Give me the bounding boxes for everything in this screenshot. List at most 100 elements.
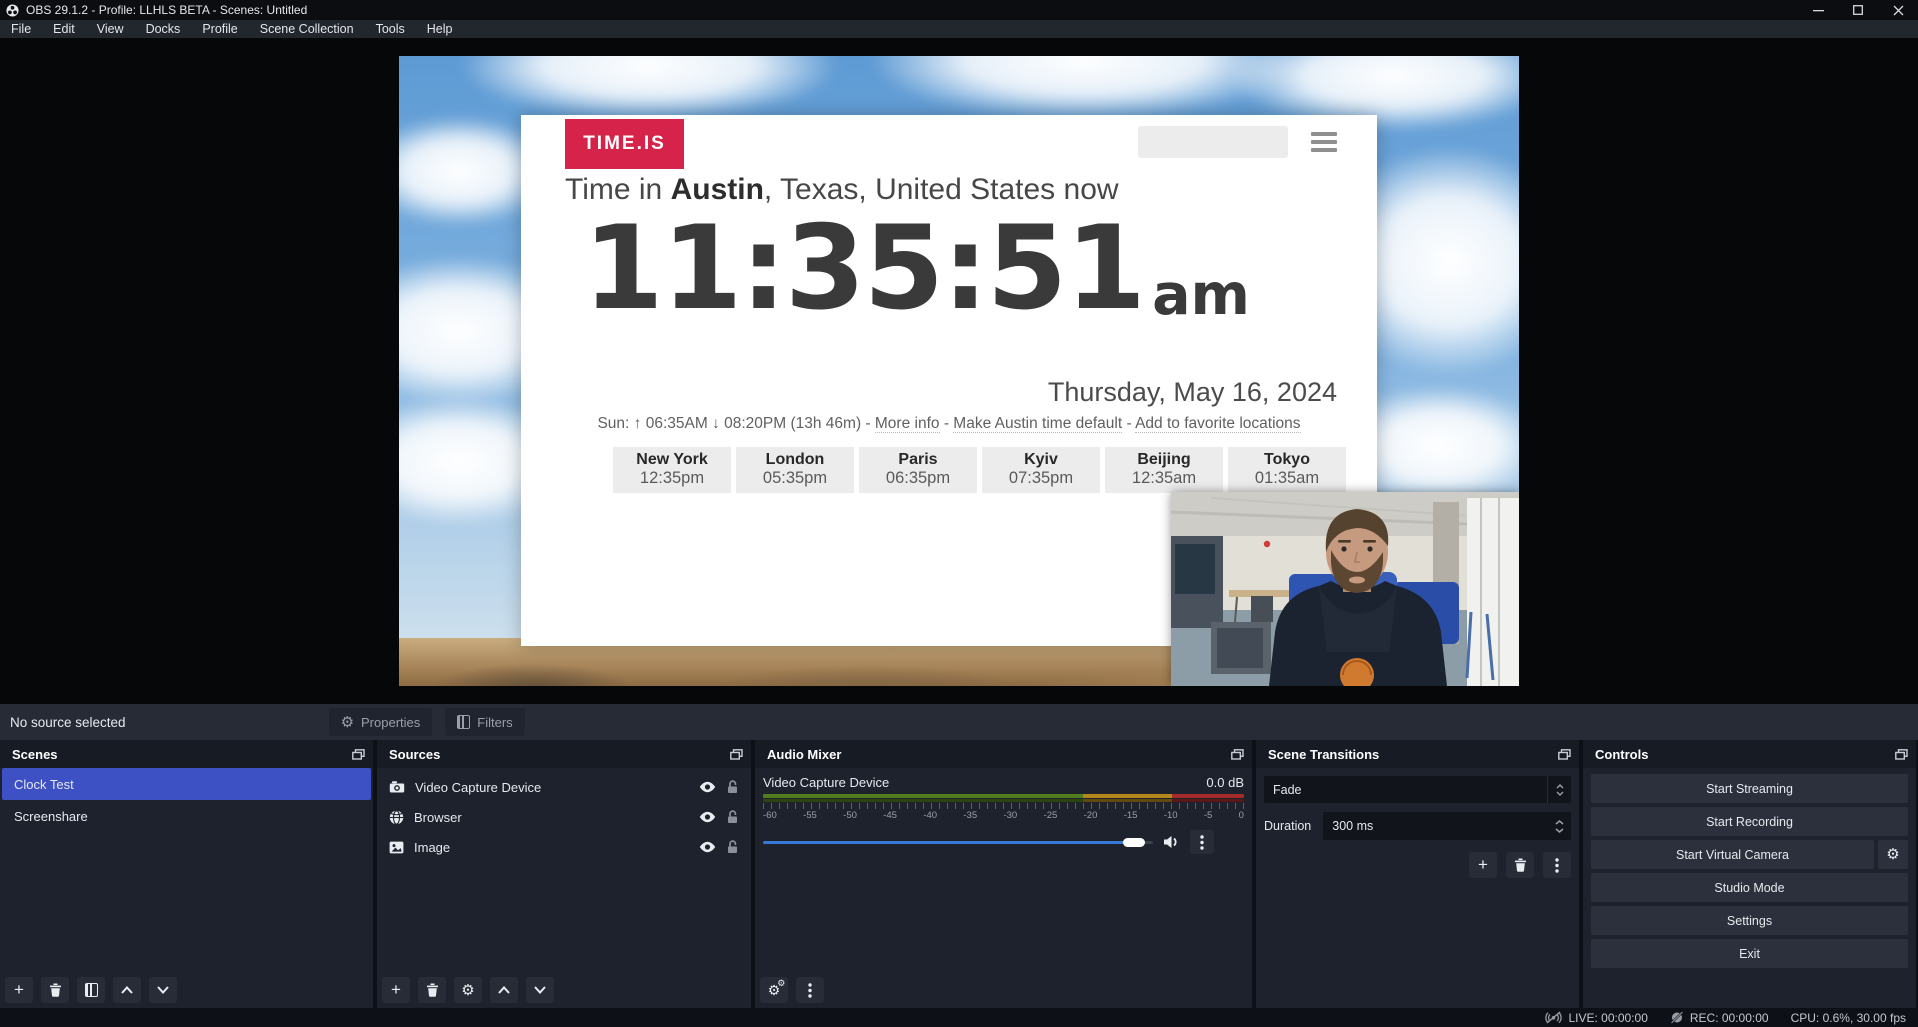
volume-meter-background — [763, 799, 1244, 802]
city-time-card[interactable]: Kyiv 07:35pm — [982, 447, 1100, 493]
city-name: Kyiv — [982, 451, 1100, 469]
chevron-up-icon — [498, 986, 510, 994]
scene-filters-button[interactable] — [77, 977, 105, 1003]
maximize-button[interactable] — [1838, 0, 1878, 20]
globe-icon — [389, 810, 404, 825]
lock-unlocked-icon[interactable] — [726, 780, 739, 794]
popout-icon[interactable] — [352, 749, 365, 760]
close-button[interactable] — [1878, 0, 1918, 20]
scene-transitions-panel: Scene Transitions Fade Duration 300 ms — [1256, 740, 1579, 1008]
popout-icon[interactable] — [1895, 749, 1908, 760]
menu-item[interactable]: Help — [416, 20, 464, 38]
visibility-eye-icon[interactable] — [699, 781, 716, 793]
menu-item[interactable]: Profile — [191, 20, 248, 38]
remove-transition-button[interactable] — [1506, 852, 1534, 878]
chevron-down-icon — [1555, 828, 1564, 833]
exit-button[interactable]: Exit — [1591, 939, 1908, 968]
city-time-card[interactable]: Beijing 12:35am — [1105, 447, 1223, 493]
source-item[interactable]: Video Capture Device — [377, 772, 751, 802]
source-properties-button[interactable]: ⚙ — [454, 977, 482, 1003]
speaker-icon[interactable] — [1163, 835, 1180, 849]
add-source-button[interactable]: + — [382, 977, 410, 1003]
scene-item[interactable]: Screenshare — [2, 800, 371, 832]
scene-list: Clock Test Screenshare — [0, 768, 373, 832]
start-virtual-camera-button[interactable]: Start Virtual Camera — [1591, 840, 1874, 869]
program-canvas[interactable]: TIME.IS Time in Austin, Texas, United St… — [399, 56, 1519, 686]
city-name: Tokyo — [1228, 451, 1346, 469]
make-default-link[interactable]: Make Austin time default — [953, 415, 1122, 433]
tick-label: -40 — [923, 810, 937, 821]
move-scene-up-button[interactable] — [113, 977, 141, 1003]
visibility-eye-icon[interactable] — [699, 811, 716, 823]
filters-button[interactable]: Filters — [445, 708, 524, 736]
lock-unlocked-icon[interactable] — [726, 810, 739, 824]
menu-item[interactable]: Docks — [135, 20, 192, 38]
gear-icon: ⚙ — [341, 715, 354, 730]
move-source-up-button[interactable] — [490, 977, 518, 1003]
tick-label: -5 — [1204, 810, 1212, 821]
menu-item[interactable]: View — [86, 20, 135, 38]
city-time-card[interactable]: Paris 06:35pm — [859, 447, 977, 493]
hamburger-menu-icon[interactable] — [1311, 132, 1337, 152]
lock-unlocked-icon[interactable] — [726, 840, 739, 854]
city-time: 01:35am — [1228, 469, 1346, 488]
search-input[interactable] — [1138, 126, 1288, 158]
mixer-menu-button[interactable] — [796, 977, 824, 1003]
popout-icon[interactable] — [1558, 749, 1571, 760]
duration-spinbox[interactable]: 300 ms — [1323, 812, 1571, 840]
menu-item[interactable]: Edit — [42, 20, 86, 38]
filter-icon — [457, 715, 470, 729]
remove-source-button[interactable] — [418, 977, 446, 1003]
chevron-up-icon — [1556, 784, 1564, 789]
volume-slider-handle[interactable] — [1123, 838, 1145, 847]
scene-transitions-header: Scene Transitions — [1256, 740, 1579, 768]
more-info-link[interactable]: More info — [875, 415, 940, 433]
volume-slider[interactable] — [763, 836, 1153, 848]
transition-select[interactable]: Fade — [1264, 776, 1571, 803]
city-time-card[interactable]: London 05:35pm — [736, 447, 854, 493]
add-transition-button[interactable]: + — [1469, 852, 1497, 878]
trash-icon — [426, 983, 439, 997]
transition-properties-button[interactable] — [1543, 852, 1571, 878]
add-scene-button[interactable]: + — [5, 977, 33, 1003]
move-source-down-button[interactable] — [526, 977, 554, 1003]
source-item[interactable]: Image — [377, 832, 751, 862]
city-time-card[interactable]: New York 12:35pm — [613, 447, 731, 493]
minimize-button[interactable] — [1798, 0, 1838, 20]
spinner-arrows[interactable] — [1555, 820, 1571, 833]
start-streaming-button[interactable]: Start Streaming — [1591, 774, 1908, 803]
source-list: Video Capture Device Browser Image — [377, 768, 751, 862]
virtual-camera-config-button[interactable]: ⚙ — [1878, 840, 1908, 869]
obs-logo-icon — [6, 4, 19, 17]
duration-value: 300 ms — [1323, 819, 1555, 833]
city-name: Paris — [859, 451, 977, 469]
settings-button[interactable]: Settings — [1591, 906, 1908, 935]
add-favorite-link[interactable]: Add to favorite locations — [1135, 415, 1300, 433]
move-scene-down-button[interactable] — [149, 977, 177, 1003]
visibility-eye-icon[interactable] — [699, 841, 716, 853]
live-status: LIVE: 00:00:00 — [1545, 1011, 1647, 1025]
properties-button[interactable]: ⚙ Properties — [329, 708, 433, 736]
mixer-options-button[interactable] — [1190, 830, 1214, 854]
menu-item[interactable]: File — [0, 20, 42, 38]
preview-area[interactable]: TIME.IS Time in Austin, Texas, United St… — [0, 38, 1918, 704]
scene-item[interactable]: Clock Test — [2, 768, 371, 800]
menu-item[interactable]: Scene Collection — [249, 20, 365, 38]
webcam-overlay[interactable] — [1171, 492, 1519, 686]
chevron-down-icon — [157, 986, 169, 994]
menu-bar: FileEditViewDocksProfileScene Collection… — [0, 20, 1918, 38]
remove-scene-button[interactable] — [41, 977, 69, 1003]
popout-icon[interactable] — [730, 749, 743, 760]
kebab-menu-icon — [1200, 835, 1204, 850]
city-time-card[interactable]: Tokyo 01:35am — [1228, 447, 1346, 493]
timeis-logo[interactable]: TIME.IS — [565, 119, 684, 169]
tick-label: -30 — [1003, 810, 1017, 821]
start-recording-button[interactable]: Start Recording — [1591, 807, 1908, 836]
studio-mode-button[interactable]: Studio Mode — [1591, 873, 1908, 902]
menu-item[interactable]: Tools — [365, 20, 416, 38]
source-item[interactable]: Browser — [377, 802, 751, 832]
popout-icon[interactable] — [1231, 749, 1244, 760]
advanced-audio-button[interactable]: ⚙⚙ — [760, 977, 788, 1003]
sources-panel: Sources Video Capture Device Browser — [377, 740, 751, 1008]
clock-ampm: am — [1152, 267, 1250, 324]
